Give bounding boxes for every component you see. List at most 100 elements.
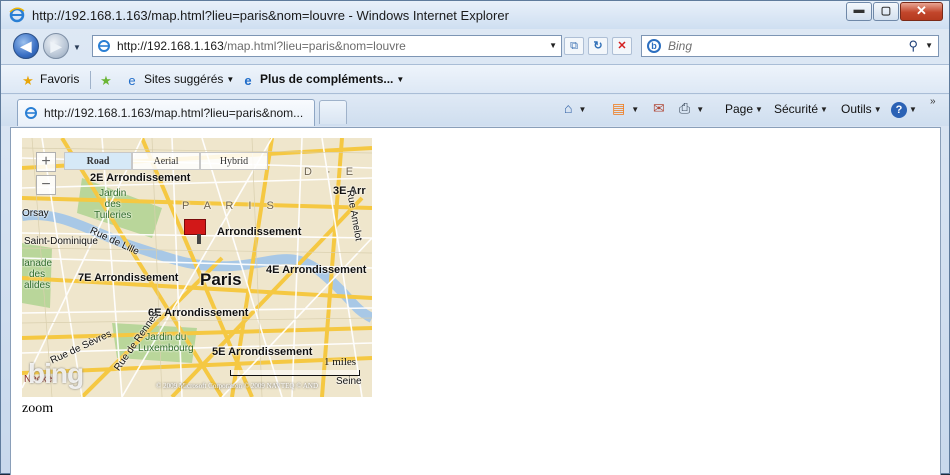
tools-caret-icon: ▼ (873, 105, 882, 114)
suggested-sites-icon: e (128, 73, 136, 88)
bing-search-icon: b (647, 39, 661, 53)
feeds-caret-icon[interactable]: ▼ (631, 105, 639, 114)
browser-window: http://192.168.1.163/map.html?lieu=paris… (0, 0, 950, 475)
security-menu-label: Sécurité (774, 102, 819, 116)
back-arrow-icon: ◀ (20, 38, 32, 54)
more-addons-icon: e (244, 73, 252, 88)
minimize-icon: ▬ (853, 4, 865, 16)
address-dropdown-icon[interactable]: ▼ (549, 41, 557, 50)
map-scale-label: 1 miles (324, 356, 357, 368)
add-to-favorites-bar-button[interactable]: ★ (98, 72, 118, 88)
page-menu[interactable]: Page ▼ (725, 102, 763, 116)
more-addons-caret-icon: ▼ (396, 75, 405, 84)
suggested-sites-label: Sites suggérés (144, 72, 224, 86)
page-content: P A R I S D · E 2E Arrondissement 3E Arr… (10, 127, 941, 475)
window-title: http://192.168.1.163/map.html?lieu=paris… (32, 8, 509, 23)
tab-active[interactable]: http://192.168.1.163/map.html?lieu=paris… (17, 99, 315, 126)
more-commands-icon[interactable]: » (930, 96, 936, 107)
more-addons-label: Plus de compléments... (260, 72, 394, 86)
home-icon: ⌂ (564, 100, 573, 116)
map-label-saint-dominique: Saint-Dominique (24, 236, 98, 247)
more-addons-button[interactable]: e Plus de compléments... ▼ (240, 72, 404, 88)
favorites-separator (90, 71, 91, 89)
bing-logo: bing (28, 358, 84, 389)
url-text[interactable]: http://192.168.1.163/map.html?lieu=paris… (117, 39, 406, 53)
address-row: ◀ ▶ ▼ http://192.168.1.163/map.html?lieu… (1, 29, 949, 63)
map-label-district: P A R I S (182, 200, 280, 212)
read-mail-button[interactable]: ✉ (653, 100, 665, 117)
map-type-hybrid[interactable]: Hybrid (200, 152, 268, 170)
search-dropdown-icon[interactable]: ▼ (925, 41, 933, 50)
map-pushpin-icon[interactable] (184, 219, 206, 235)
home-button[interactable]: ⌂ ▼ (564, 100, 586, 116)
address-bar[interactable]: http://192.168.1.163/map.html?lieu=paris… (92, 35, 562, 57)
zoom-in-button[interactable]: + (36, 152, 56, 172)
compatibility-view-icon[interactable]: ⧉ (564, 37, 584, 55)
map-type-road[interactable]: Road (64, 152, 132, 170)
maximize-button[interactable]: ▢ (873, 2, 899, 21)
url-path: /map.html?lieu=paris&nom=louvre (223, 39, 406, 53)
map-copyright: © 2009 Microsoft Corporation © 2009 NAVT… (156, 382, 319, 390)
map-label-esplanade: lanade des alides (22, 258, 53, 291)
minimize-button[interactable]: ▬ (846, 2, 872, 21)
url-host: http://192.168.1.163 (117, 39, 224, 53)
forward-button[interactable]: ▶ (43, 33, 69, 59)
tools-menu-label: Outils (841, 102, 872, 116)
forward-arrow-icon: ▶ (50, 38, 62, 54)
zoom-text: zoom (22, 401, 54, 416)
map-label-7e-arrondissement: 7E Arrondissement (78, 272, 179, 284)
new-tab-button[interactable] (319, 100, 347, 124)
print-icon: ⎙ (679, 100, 691, 116)
bing-map[interactable]: P A R I S D · E 2E Arrondissement 3E Arr… (22, 138, 372, 397)
tab-ie-icon (25, 107, 37, 119)
help-button[interactable]: ? ▼ (891, 102, 917, 118)
map-label-2e-arrondissement: 2E Arrondissement (90, 172, 191, 184)
map-label-orsay: Orsay (22, 208, 49, 219)
add-favorite-icon: ★ (100, 73, 112, 88)
print-caret-icon[interactable]: ▼ (696, 105, 704, 114)
tab-row: http://192.168.1.163/map.html?lieu=paris… (1, 95, 949, 126)
map-type-aerial[interactable]: Aerial (132, 152, 200, 170)
rss-feed-icon: ▤ (612, 100, 626, 116)
ie-logo-icon (9, 7, 25, 23)
page-ie-icon (98, 40, 110, 52)
map-label-paris: Paris (200, 270, 242, 289)
favorites-button[interactable]: ★ Favoris (20, 72, 79, 88)
zoom-out-button[interactable]: − (36, 175, 56, 195)
close-icon: ✕ (916, 3, 927, 18)
map-label-tuileries: Jardin des Tuileries (94, 188, 132, 221)
help-caret-icon: ▼ (909, 105, 917, 114)
tab-title: http://192.168.1.163/map.html?lieu=paris… (44, 106, 304, 120)
maximize-icon: ▢ (880, 5, 892, 17)
map-label-arrondissement: Arrondissement (217, 226, 302, 238)
title-bar: http://192.168.1.163/map.html?lieu=paris… (1, 1, 949, 29)
search-box[interactable]: b Bing ⚲ ▼ (641, 35, 939, 57)
close-button[interactable]: ✕ (900, 2, 943, 21)
page-caret-icon: ▼ (755, 105, 763, 114)
map-label-4e-arrondissement: 4E Arrondissement (266, 264, 367, 276)
map-label-5e-arrondissement: 5E Arrondissement (212, 346, 313, 358)
search-input[interactable]: Bing (668, 39, 692, 53)
search-icon[interactable]: ⚲ (908, 38, 918, 54)
map-pushpin-stick (197, 234, 201, 244)
security-menu[interactable]: Sécurité ▼ (774, 102, 828, 116)
tools-menu[interactable]: Outils ▼ (841, 102, 882, 116)
stop-icon[interactable]: ✕ (612, 37, 632, 55)
map-label-seine: Seine (336, 376, 362, 387)
back-button[interactable]: ◀ (13, 33, 39, 59)
feeds-button[interactable]: ▤ ▼ (612, 100, 639, 117)
suggested-sites-caret-icon: ▼ (226, 75, 235, 84)
favorites-star-icon: ★ (22, 73, 34, 88)
recent-pages-dropdown-icon[interactable]: ▼ (73, 43, 81, 52)
favorites-label: Favoris (40, 72, 80, 86)
page-menu-label: Page (725, 102, 754, 116)
map-scale-bar (230, 370, 360, 376)
refresh-icon[interactable]: ↻ (588, 37, 608, 55)
mail-icon: ✉ (653, 100, 665, 116)
suggested-sites-button[interactable]: e Sites suggérés ▼ (124, 72, 234, 88)
print-button[interactable]: ⎙ ▼ (679, 100, 704, 117)
favorites-bar: ★ Favoris ★ e Sites suggérés ▼ e Plus de com… (1, 64, 949, 94)
map-zoom-control: + − (36, 152, 58, 196)
map-label-6e-arrondissement: 6E Arrondissement (148, 307, 249, 319)
home-caret-icon[interactable]: ▼ (578, 105, 586, 114)
